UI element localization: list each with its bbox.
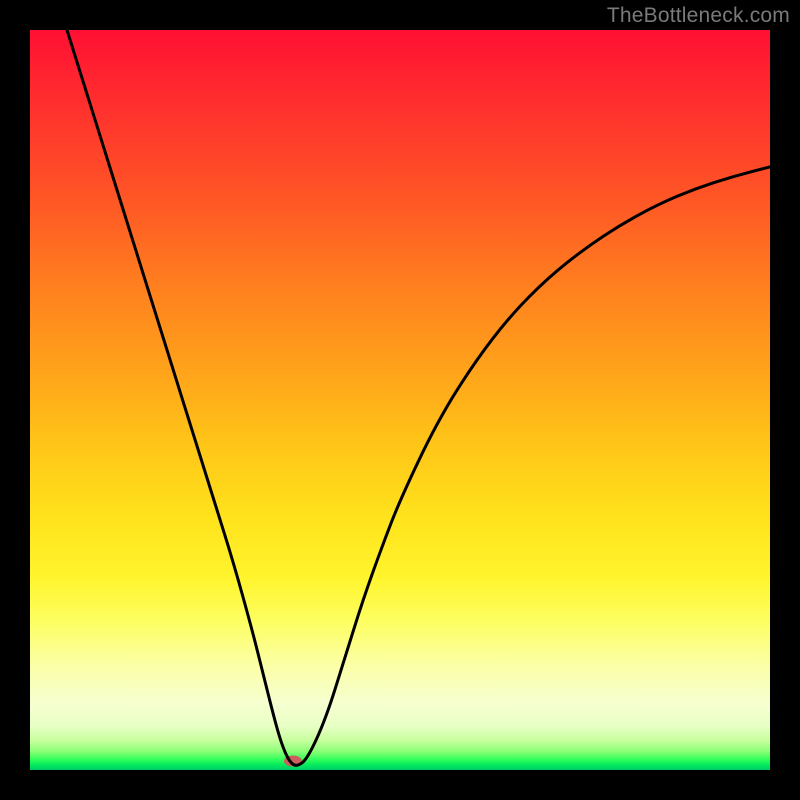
watermark-text: TheBottleneck.com	[607, 4, 790, 28]
bottleneck-curve	[30, 30, 770, 770]
curve-path	[67, 30, 770, 765]
plot-area	[30, 30, 770, 770]
chart-frame: TheBottleneck.com	[0, 0, 800, 800]
